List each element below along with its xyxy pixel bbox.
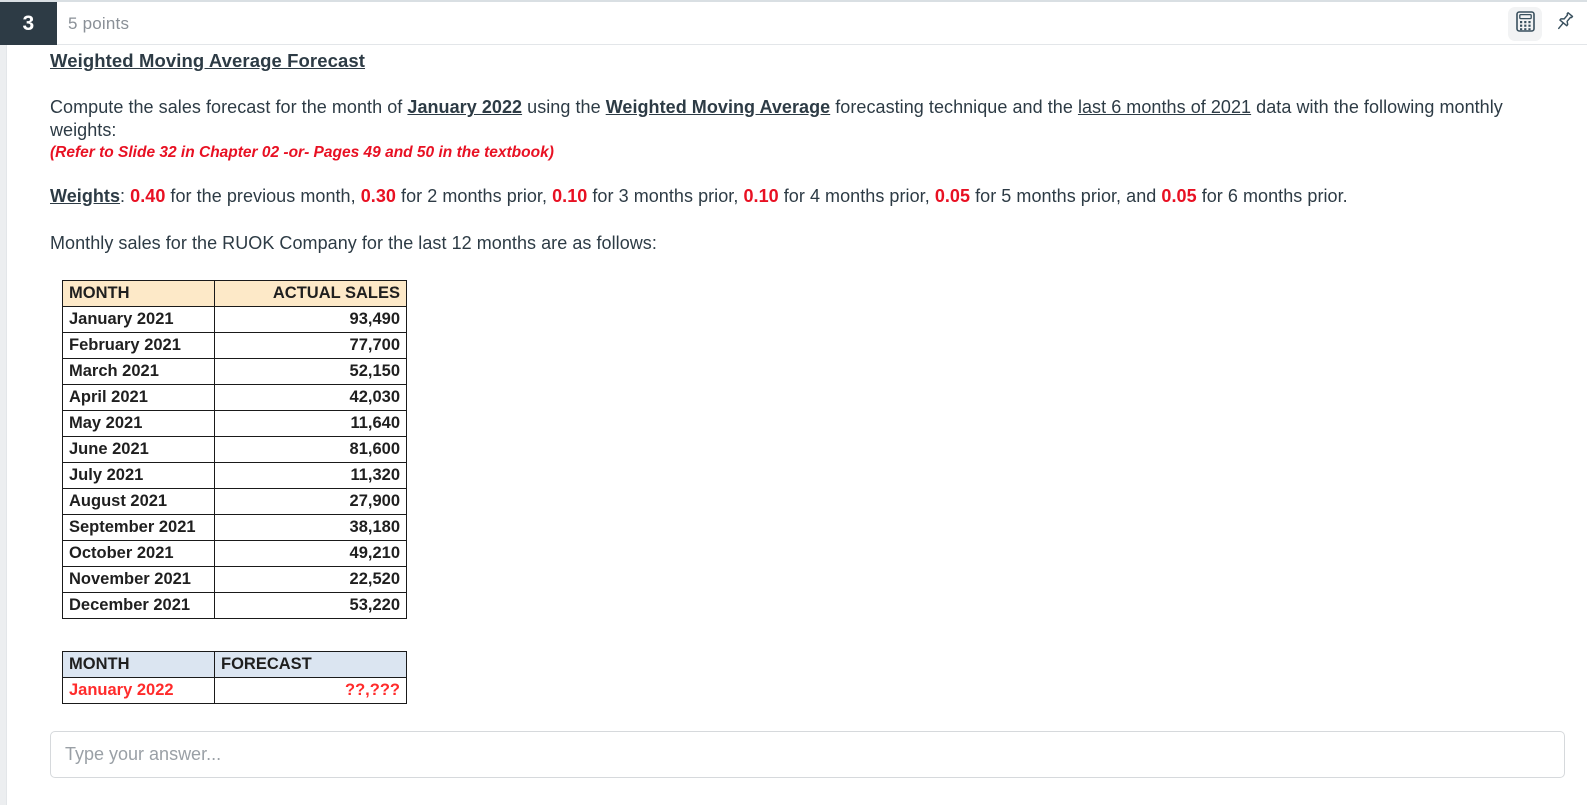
table-row: February 2021 77,700 [62,332,407,360]
weights-label: Weights [50,186,121,207]
cell-month: February 2021 [62,332,215,360]
question-prompt: Compute the sales forecast for the month… [50,72,1520,142]
question-points: 5 points [68,13,130,33]
cell-month: January 2021 [62,306,215,334]
cell-month: May 2021 [62,410,215,438]
cell-value: 22,520 [214,566,407,594]
table-row: December 2021 53,220 [62,592,407,620]
cell-value: 81,600 [214,436,407,464]
weight-value-2: 0.30 [360,186,396,207]
table-row: January 2022??,??? [62,677,407,705]
table-row: March 2021 52,150 [62,358,407,386]
weight-value-1: 0.40 [130,186,166,207]
cell-value: 49,210 [214,540,407,568]
answer-input[interactable] [50,731,1565,779]
header-tools [1508,2,1579,45]
header-forecast: FORECAST [214,651,407,679]
table-row: January 2021 93,490 [62,306,407,334]
weight-value-6: 0.05 [1161,186,1197,207]
calculator-button[interactable] [1508,6,1542,41]
table-row: May 2021 11,640 [62,410,407,438]
weight-value-3: 0.10 [552,186,588,207]
cell-month: July 2021 [62,462,215,490]
pin-button[interactable] [1549,7,1579,41]
table-row: June 2021 81,600 [62,436,407,464]
table-row: October 2021 49,210 [62,540,407,568]
header-month: MONTH [62,280,215,308]
pin-icon [1553,10,1576,38]
cell-value: 52,150 [214,358,407,386]
sales-intro: Monthly sales for the RUOK Company for t… [50,233,657,254]
forecast-table-body: January 2022??,??? [62,677,407,705]
cell-month: September 2021 [62,514,215,542]
cell-value: 11,640 [214,410,407,438]
prompt-emph-month: January 2022 [407,97,523,117]
weight-text-2: for 2 months prior, [395,186,553,207]
left-rail [0,45,7,805]
cell-value: 27,900 [214,488,407,516]
cell-month: April 2021 [62,384,215,412]
cell-month: June 2021 [62,436,215,464]
calculator-icon [1515,10,1535,37]
prompt-text-2: using the [522,97,606,117]
question-number-badge: 3 [0,2,57,45]
weight-text-3: for 3 months prior, [587,186,744,207]
cell-value: 77,700 [214,332,407,360]
table-row: November 2021 22,520 [62,566,407,594]
prompt-emph-data: last 6 months of 2021 [1077,97,1252,117]
actual-sales-table-head: MONTH ACTUAL SALES [62,280,407,308]
cell-value: ??,??? [214,677,407,705]
forecast-table-head: MONTH FORECAST [62,651,407,679]
answer-area [50,704,1570,779]
weight-value-5: 0.05 [934,186,971,207]
weight-text-4: for 4 months prior, [778,186,935,207]
question-body: Weighted Moving Average Forecast Compute… [50,45,1570,779]
cell-value: 53,220 [214,592,407,620]
weight-text-6: for 6 months prior. [1196,186,1348,207]
cell-month: March 2021 [62,358,215,386]
prompt-text-3: forecasting technique and the [830,97,1078,117]
weight-value-4: 0.10 [743,186,779,207]
question-title: Weighted Moving Average Forecast [50,50,366,71]
table-row: July 2021 11,320 [62,462,407,490]
weight-text-1: for the previous month, [165,186,361,207]
cell-month: November 2021 [62,566,215,594]
cell-month: January 2022 [62,677,215,705]
weight-text-5: for 5 months prior, and [970,186,1162,207]
weights-line: Weights: 0.40 for the previous month, 0.… [50,162,1520,208]
cell-month: October 2021 [62,540,215,568]
weights-separator: : [120,186,131,207]
table-row: August 2021 27,900 [62,488,407,516]
prompt-emph-technique: Weighted Moving Average [605,97,831,117]
cell-month: August 2021 [62,488,215,516]
cell-value: 38,180 [214,514,407,542]
table-header-row: MONTH FORECAST [62,651,407,679]
question-header: 3 5 points [0,2,1587,45]
table-header-row: MONTH ACTUAL SALES [62,280,407,308]
table-row: September 2021 38,180 [62,514,407,542]
actual-sales-table-body: January 2021 93,490 February 2021 77,700 Mar… [62,306,407,620]
cell-value: 93,490 [214,306,407,334]
prompt-text-1: Compute the sales forecast for the month… [50,97,408,117]
table-row: April 2021 42,030 [62,384,407,412]
reference-note: (Refer to Slide 32 in Chapter 02 -or- Pa… [50,144,554,162]
cell-value: 42,030 [214,384,407,412]
header-month: MONTH [62,651,215,679]
cell-month: December 2021 [62,592,215,620]
weights-list: 0.40 for the previous month, 0.30 for 2 … [130,186,1348,206]
actual-sales-table: MONTH ACTUAL SALES January 2021 93,490 Feb… [62,280,407,620]
cell-value: 11,320 [214,462,407,490]
forecast-table: MONTH FORECAST January 2022??,??? [62,651,407,705]
header-actual-sales: ACTUAL SALES [214,280,407,308]
